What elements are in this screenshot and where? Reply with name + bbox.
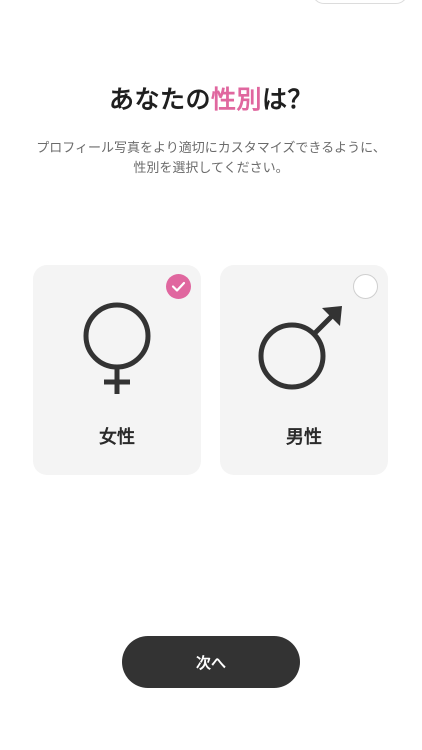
next-button[interactable]: 次へ — [122, 636, 300, 688]
page-title: あなたの性別は？ — [0, 80, 422, 116]
female-symbol-icon — [33, 301, 201, 396]
title-suffix: は？ — [262, 85, 314, 114]
male-unselected-check-icon — [353, 274, 378, 299]
female-selected-check-icon — [166, 274, 191, 299]
page-subtitle: プロフィール写真をより適切にカスタマイズできるように、性別を選択してください。 — [36, 141, 386, 176]
gender-option-female[interactable]: 女性 — [33, 265, 201, 475]
male-option-label: 男性 — [286, 427, 322, 448]
top-right-pill[interactable] — [312, 0, 408, 4]
female-option-label: 女性 — [99, 427, 135, 448]
gender-option-male[interactable]: 男性 — [220, 265, 388, 475]
title-prefix: あなたの — [108, 85, 211, 114]
title-accent: 性別 — [210, 85, 262, 114]
male-symbol-icon — [220, 301, 388, 396]
